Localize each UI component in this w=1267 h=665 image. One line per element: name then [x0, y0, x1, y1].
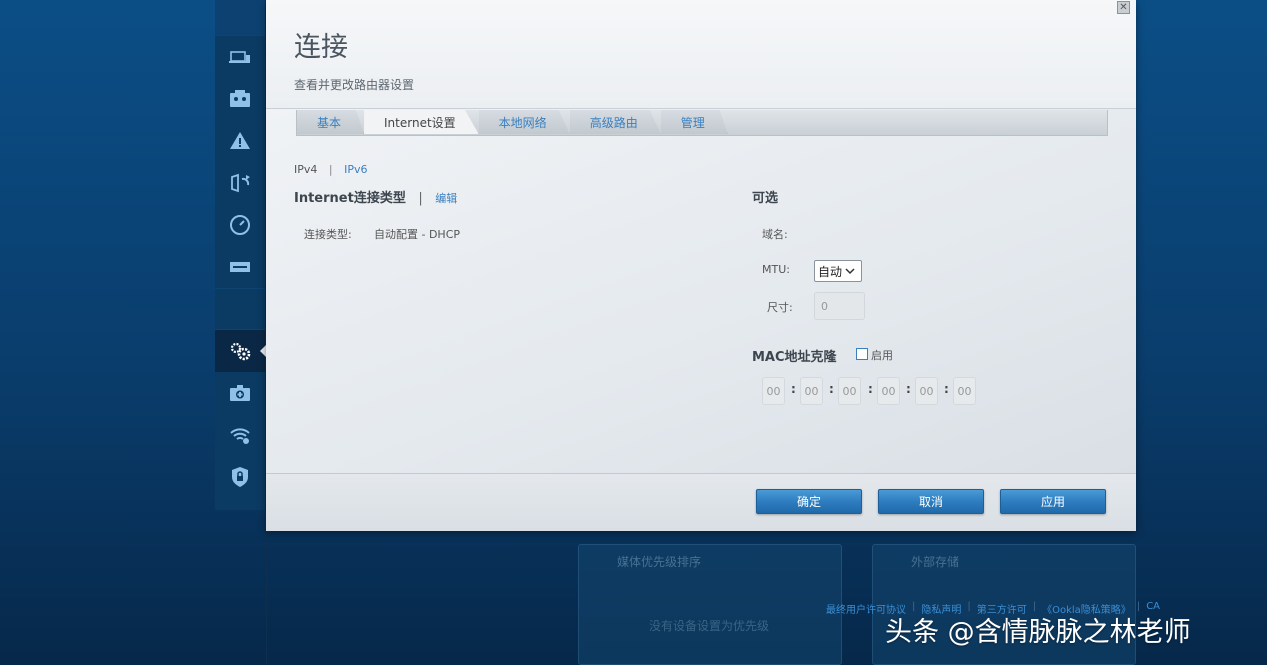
- tab-local-network[interactable]: 本地网络: [478, 110, 570, 134]
- connectivity-dialog: 连接 查看并更改路由器设置 基本 Internet设置 本地网络 高级路由 管理: [266, 0, 1136, 531]
- mtu-label: MTU:: [762, 263, 790, 276]
- close-icon[interactable]: ✕: [1117, 1, 1130, 14]
- ipv6-link[interactable]: IPv6: [344, 163, 367, 176]
- ok-button[interactable]: 确定: [756, 489, 862, 514]
- tab-bar: 基本 Internet设置 本地网络 高级路由 管理: [296, 110, 1108, 136]
- edit-link[interactable]: 编辑: [435, 192, 457, 205]
- mac-clone-enable-checkbox[interactable]: [856, 348, 868, 360]
- tab-internet-settings[interactable]: Internet设置: [364, 110, 479, 134]
- mac-colon: :: [791, 382, 796, 396]
- mac-colon: :: [829, 382, 834, 396]
- background-divider: [266, 530, 267, 665]
- ip-tab-separator: |: [328, 163, 333, 176]
- background-widget-title: 外部存储: [911, 555, 960, 569]
- optional-section-title: 可选: [752, 191, 779, 206]
- internet-connection-section-title: Internet连接类型 | 编辑: [294, 187, 457, 206]
- connection-type-label: 连接类型:: [304, 228, 352, 241]
- mac-octet-input[interactable]: 00: [915, 377, 938, 405]
- connectivity-gear-icon[interactable]: [215, 330, 266, 372]
- tab-basic[interactable]: 基本: [297, 110, 365, 134]
- dialog-header: 连接 查看并更改路由器设置: [266, 0, 1136, 109]
- mac-octet-input[interactable]: 00: [838, 377, 861, 405]
- mac-octet-input[interactable]: 00: [762, 377, 785, 405]
- parental-controls-icon[interactable]: [215, 120, 265, 162]
- connection-type-value: 自动配置 - DHCP: [374, 228, 461, 241]
- watermark-text: 头条 @含情脉脉之林老师: [885, 617, 1191, 648]
- title-separator: |: [418, 191, 423, 206]
- ipv4-link[interactable]: IPv4: [294, 163, 317, 176]
- background-widget-media: 媒体优先级排序 没有设备设置为优先级: [578, 544, 842, 665]
- mtu-select[interactable]: 自动: [814, 260, 862, 282]
- background-widget-body: 没有设备设置为优先级: [649, 619, 770, 633]
- chevron-down-icon: [845, 268, 855, 275]
- troubleshooting-icon[interactable]: [215, 372, 265, 414]
- page-title: 连接: [294, 32, 348, 63]
- mac-colon: :: [906, 382, 911, 396]
- guest-access-icon[interactable]: [215, 78, 265, 120]
- mac-clone-enable-label: 启用: [871, 349, 893, 362]
- wireless-icon[interactable]: [215, 414, 265, 456]
- size-label: 尺寸:: [767, 301, 793, 314]
- mac-clone-title: MAC地址克隆: [752, 350, 837, 365]
- mac-octet-input[interactable]: 00: [800, 377, 823, 405]
- mtu-size-input[interactable]: 0: [814, 292, 865, 320]
- background-widget-title: 媒体优先级排序: [617, 555, 702, 569]
- tab-advanced-routing[interactable]: 高级路由: [569, 110, 661, 134]
- internet-connection-title: Internet连接类型: [294, 191, 406, 206]
- left-sidebar: [215, 0, 266, 510]
- device-list-icon[interactable]: [215, 36, 265, 78]
- mac-octet-input[interactable]: 00: [877, 377, 900, 405]
- mac-colon: :: [868, 382, 873, 396]
- mac-octet-input[interactable]: 00: [953, 377, 976, 405]
- external-storage-icon[interactable]: [215, 246, 265, 288]
- media-prioritization-icon[interactable]: [215, 162, 265, 204]
- security-shield-icon[interactable]: [215, 456, 265, 498]
- ip-version-tabs: IPv4 | IPv6: [294, 163, 368, 176]
- speed-test-icon[interactable]: [215, 204, 265, 246]
- cancel-button[interactable]: 取消: [878, 489, 984, 514]
- tab-administration[interactable]: 管理: [660, 110, 728, 134]
- page-subtitle: 查看并更改路由器设置: [294, 78, 415, 92]
- mac-colon: :: [944, 382, 949, 396]
- sidebar-header: [215, 0, 265, 36]
- domain-name-label: 域名:: [762, 228, 788, 241]
- apply-button[interactable]: 应用: [1000, 489, 1106, 514]
- sidebar-spacer: [215, 288, 265, 330]
- mtu-selected-value: 自动: [818, 264, 843, 279]
